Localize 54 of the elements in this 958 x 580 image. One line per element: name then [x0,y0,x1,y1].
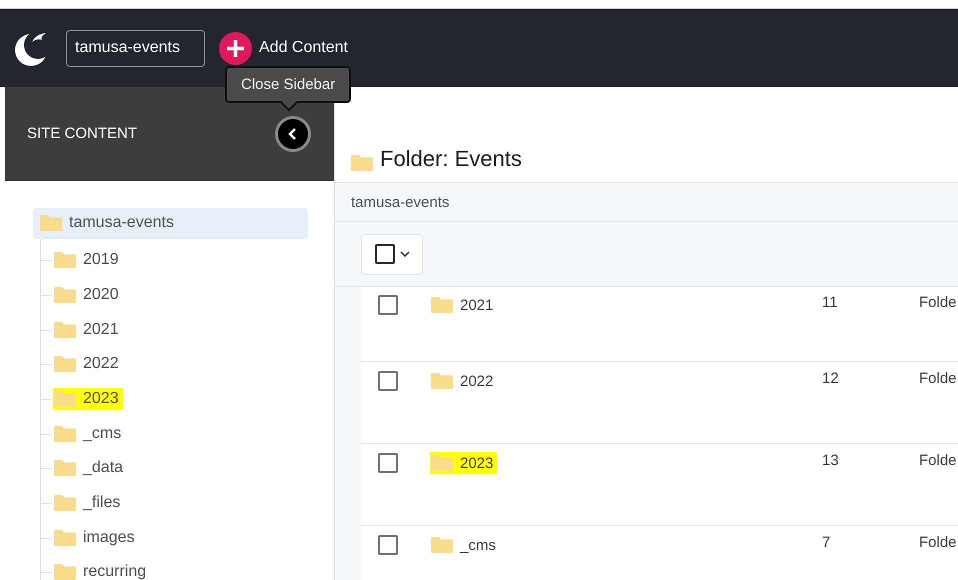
tree-item[interactable]: 2022 [53,353,123,376]
folder-icon [53,251,77,270]
plus-icon [219,32,252,64]
folder-icon [53,320,77,339]
add-content-button[interactable]: Add Content [219,32,348,64]
close-sidebar-button[interactable] [275,116,311,152]
row-checkbox[interactable] [378,371,398,391]
folder-icon [53,355,77,374]
tree-item[interactable]: 2021 [53,318,123,341]
row-checkbox[interactable] [378,535,398,555]
row-checkbox[interactable] [378,295,398,315]
folder-icon [430,536,454,554]
tree-item[interactable]: recurring [53,561,150,580]
type-cell: Folde [919,294,957,311]
tree-item[interactable]: 2020 [53,284,123,306]
folder-icon [53,390,77,408]
count-cell-text: 13 [822,452,840,469]
folder-icon [53,459,77,478]
tree-item[interactable]: images [53,526,139,549]
folder-icon [350,154,374,172]
folder-icon [53,286,77,304]
select-all-dropdown[interactable] [361,234,423,274]
folder-icon [430,454,454,472]
folder-icon [430,372,454,390]
folder-icon [39,214,63,232]
folder-name-link[interactable]: 2023 [430,452,498,474]
tooltip: Close Sidebar [225,66,352,103]
tree-item[interactable]: _data [53,457,128,480]
folder-name-link[interactable]: 2021 [430,294,498,316]
folder-name-link[interactable]: _cms [430,534,500,556]
page-title: Folder: Events [380,146,522,172]
folder-icon [53,563,77,580]
caret-icon [400,251,410,257]
tree-item[interactable]: 2023 [53,388,123,410]
type-cell: Folde [919,534,957,551]
tree-item[interactable]: _files [53,492,124,514]
tree-item[interactable]: _cms [53,422,126,445]
count-cell-text: 7 [822,534,832,551]
tree-item[interactable]: 2019 [53,249,123,272]
breadcrumb-link[interactable]: tamusa-events [351,194,450,210]
row-checkbox[interactable] [378,453,398,473]
folder-icon [430,296,454,314]
sidebar-title: SITE CONTENT [27,125,138,142]
tree-root-label: tamusa-events [69,213,175,234]
count-cell-text: 12 [822,370,840,387]
site-field[interactable]: tamusa-events [66,30,205,66]
type-cell: Folde [919,452,957,469]
folder-icon [53,494,77,512]
tree-root-item[interactable]: tamusa-events [33,208,308,239]
count-cell-text: 11 [822,294,839,311]
folder-icon [53,528,77,547]
folder-icon [53,424,77,443]
folder-name-link[interactable]: 2022 [430,370,498,392]
type-cell: Folde [919,370,957,387]
